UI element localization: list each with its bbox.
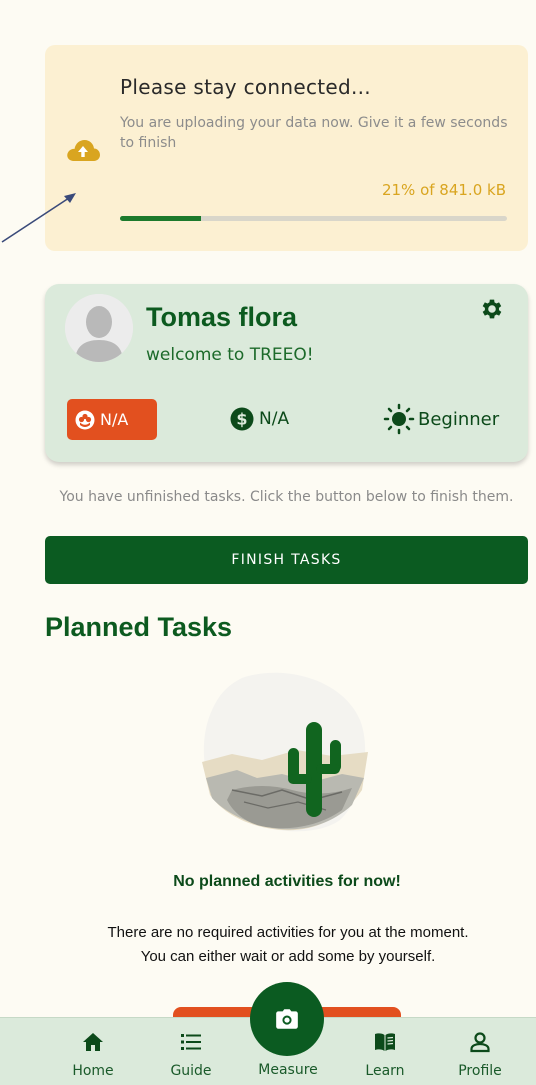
list-icon — [181, 1034, 201, 1050]
nav-item-home[interactable]: Home — [53, 1018, 133, 1085]
cloud-upload-icon — [67, 140, 100, 161]
flower-icon — [75, 410, 95, 429]
nav-item-profile[interactable]: Profile — [440, 1018, 520, 1085]
profile-name: Tomas flora — [146, 302, 298, 332]
nav-label-guide: Guide — [170, 1063, 212, 1079]
upload-progress-bar — [120, 216, 507, 221]
unfinished-tasks-text: You have unfinished tasks. Click the but… — [59, 489, 514, 505]
planned-tasks-title: Planned Tasks — [45, 612, 233, 642]
empty-state-description: There are no required activities for you… — [107, 924, 469, 965]
camera-icon — [276, 1009, 298, 1029]
book-icon — [375, 1033, 395, 1051]
person-silhouette-icon — [65, 294, 133, 362]
upload-progress-fill — [120, 216, 202, 221]
money-value: N/A — [259, 409, 290, 429]
level-stat: Beginner — [383, 403, 499, 435]
points-badge: N/A — [67, 399, 157, 440]
upload-status-card: Please stay connected... You are uploadi… — [45, 45, 528, 251]
finish-tasks-button[interactable]: FINISH TASKS — [45, 536, 528, 584]
dollar-icon: $ — [230, 407, 254, 431]
annotation-arrow — [1, 193, 76, 243]
nav-label-profile: Profile — [458, 1063, 502, 1079]
measure-camera-button[interactable] — [250, 982, 324, 1056]
nav-item-guide[interactable]: Guide — [151, 1018, 231, 1085]
profile-welcome: welcome to TREEO! — [146, 345, 314, 365]
level-value: Beginner — [418, 408, 500, 430]
upload-progress-text: 21% of 841.0 kB — [381, 181, 506, 199]
nav-item-learn[interactable]: Learn — [345, 1018, 425, 1085]
profile-card: Tomas flora welcome to TREEO! N/A $ N/A — [45, 284, 528, 462]
avatar[interactable] — [65, 294, 133, 362]
sun-icon — [383, 403, 415, 435]
svg-text:$: $ — [236, 410, 247, 429]
nav-label-learn: Learn — [365, 1063, 405, 1079]
nav-label-measure: Measure — [258, 1062, 318, 1078]
nav-label-home: Home — [72, 1063, 114, 1079]
empty-state-title: No planned activities for now! — [173, 873, 401, 890]
home-icon — [83, 1033, 103, 1051]
upload-title: Please stay connected... — [120, 75, 371, 99]
upload-description: You are uploading your data now. Give it… — [120, 115, 508, 151]
gear-icon[interactable] — [479, 296, 505, 322]
cactus-illustration — [202, 672, 368, 832]
points-value: N/A — [100, 410, 129, 429]
person-icon — [470, 1032, 490, 1053]
money-stat: $ N/A — [230, 403, 289, 435]
